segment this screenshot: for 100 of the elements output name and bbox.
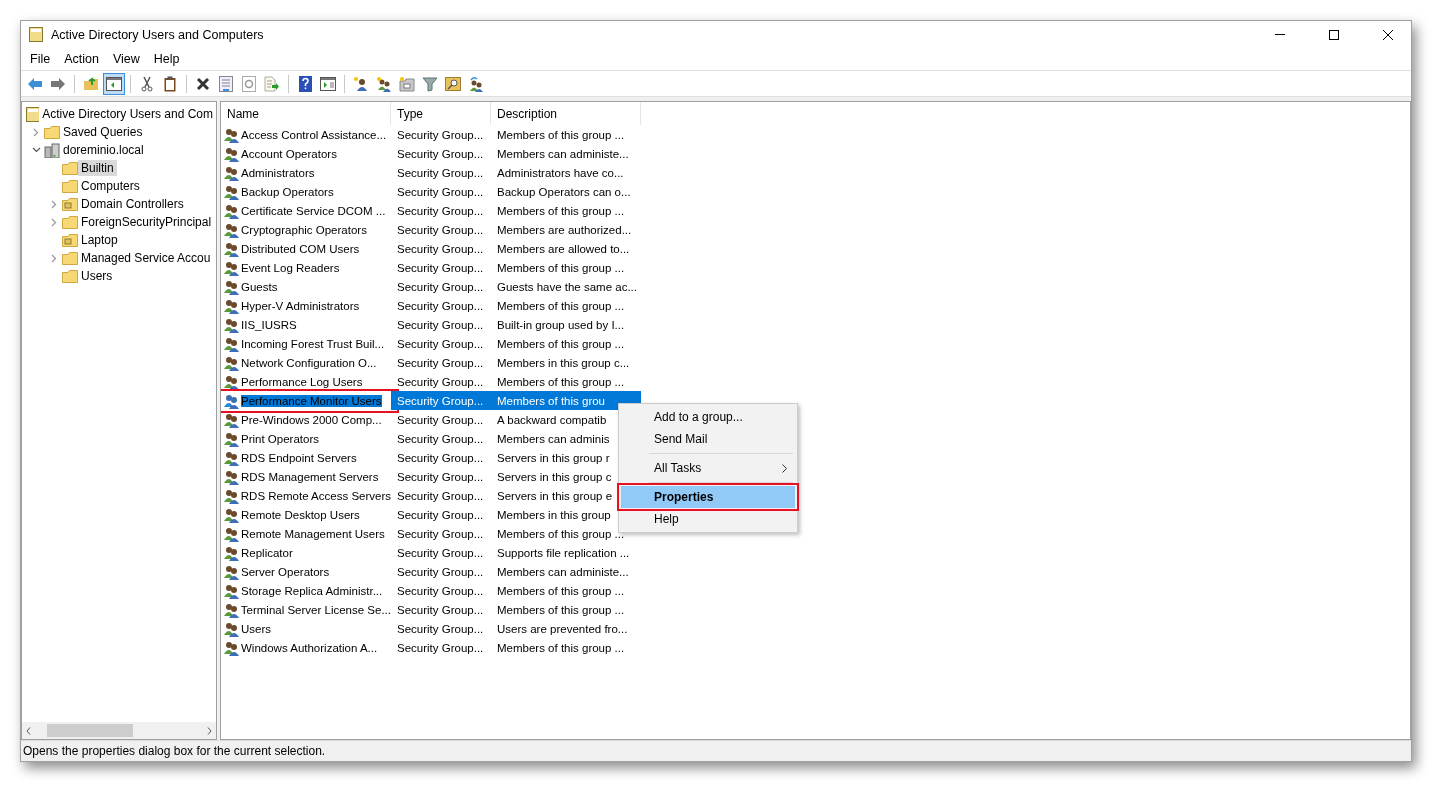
delete-icon bbox=[196, 76, 210, 91]
table-cell-text: Security Group... bbox=[396, 317, 485, 333]
table-cell[interactable]: Storage Replica Administr... bbox=[241, 584, 383, 597]
group-icon bbox=[223, 164, 239, 181]
table-cell-text: Security Group... bbox=[396, 526, 485, 542]
group-icon bbox=[223, 544, 239, 561]
table-cell[interactable]: Guests bbox=[241, 280, 278, 293]
table-cell-text: Security Group... bbox=[396, 336, 485, 352]
table-cell[interactable]: Performance Monitor Users bbox=[241, 394, 382, 407]
table-cell-text: Security Group... bbox=[396, 165, 485, 181]
context-menu-item[interactable]: All Tasks bbox=[621, 457, 795, 479]
tree-item[interactable]: Users bbox=[78, 268, 116, 284]
tree-item[interactable]: ForeignSecurityPrincipal bbox=[78, 214, 215, 230]
table-cell[interactable]: Cryptographic Operators bbox=[241, 223, 367, 236]
tree-item[interactable]: Builtin bbox=[78, 160, 117, 176]
table-cell[interactable]: Remote Desktop Users bbox=[241, 508, 360, 521]
context-menu-item[interactable]: Send Mail bbox=[621, 428, 795, 450]
table-cell[interactable]: Print Operators bbox=[241, 432, 319, 445]
menu-item[interactable]: View bbox=[105, 52, 147, 66]
console-tree-icon bbox=[106, 76, 122, 91]
table-cell[interactable]: Pre-Windows 2000 Comp... bbox=[241, 413, 382, 426]
menu-item[interactable]: File bbox=[23, 52, 58, 66]
table-cell[interactable]: Windows Authorization A... bbox=[241, 641, 378, 654]
table-cell-text: Security Group... bbox=[396, 298, 485, 314]
tree-item[interactable]: Active Directory Users and Com bbox=[39, 106, 216, 122]
scroll-left-icon[interactable] bbox=[26, 726, 31, 735]
tree-item[interactable]: Laptop bbox=[78, 232, 121, 248]
tree-item[interactable]: Saved Queries bbox=[60, 124, 146, 140]
new-organizational-unit-icon bbox=[399, 75, 415, 92]
table-cell-text: Security Group... bbox=[396, 184, 485, 200]
maximize-icon bbox=[1329, 29, 1339, 40]
expand-chevron-icon[interactable] bbox=[33, 127, 39, 137]
table-cell[interactable]: Incoming Forest Trust Buil... bbox=[241, 337, 385, 350]
table-cell-text: Members can adminis bbox=[496, 431, 611, 447]
export-list-icon bbox=[264, 75, 280, 92]
table-cell-text: Members are authorized... bbox=[496, 222, 633, 238]
group-icon bbox=[223, 183, 239, 200]
table-cell[interactable]: Remote Management Users bbox=[241, 527, 385, 540]
group-icon bbox=[223, 449, 239, 466]
toolbar-button[interactable] bbox=[103, 72, 125, 95]
tree-item[interactable]: doreminio.local bbox=[60, 142, 147, 158]
table-cell-text: Built-in group used by I... bbox=[496, 317, 626, 333]
group-icon bbox=[223, 373, 239, 390]
tree-item[interactable]: Domain Controllers bbox=[78, 196, 187, 212]
scrollbar-thumb[interactable] bbox=[47, 724, 133, 737]
table-cell[interactable]: Certificate Service DCOM ... bbox=[241, 204, 386, 217]
table-cell[interactable]: IIS_IUSRS bbox=[241, 318, 297, 331]
new-group-icon bbox=[376, 75, 392, 92]
table-cell[interactable]: Distributed COM Users bbox=[241, 242, 360, 255]
table-cell[interactable]: Event Log Readers bbox=[241, 261, 340, 274]
table-cell[interactable]: Network Configuration O... bbox=[241, 356, 377, 369]
horizontal-scrollbar[interactable] bbox=[22, 722, 216, 739]
table-cell-text: Security Group... bbox=[396, 431, 485, 447]
minimize-icon bbox=[1275, 34, 1285, 35]
group-icon bbox=[223, 639, 239, 656]
table-cell-text: Security Group... bbox=[396, 640, 485, 656]
menu-item[interactable]: Action bbox=[57, 52, 106, 66]
table-cell[interactable]: Account Operators bbox=[241, 147, 337, 160]
add-to-group-icon bbox=[468, 75, 484, 92]
folder-icon bbox=[44, 125, 60, 139]
table-cell-text: Backup Operators can o... bbox=[496, 184, 632, 200]
table-cell[interactable]: Administrators bbox=[241, 166, 315, 179]
table-cell-text: Security Group... bbox=[396, 374, 485, 390]
table-cell[interactable]: RDS Endpoint Servers bbox=[241, 451, 357, 464]
expand-chevron-icon[interactable] bbox=[51, 253, 57, 263]
table-cell[interactable]: Backup Operators bbox=[241, 185, 334, 198]
table-cell[interactable]: Users bbox=[241, 622, 272, 635]
group-icon bbox=[223, 278, 239, 295]
table-cell[interactable]: Terminal Server License Se... bbox=[240, 603, 391, 616]
table-cell-text: Security Group... bbox=[396, 412, 485, 428]
table-cell[interactable]: RDS Remote Access Servers bbox=[240, 489, 391, 502]
group-icon bbox=[223, 487, 239, 504]
table-cell-text: Security Group... bbox=[396, 621, 485, 637]
group-icon bbox=[223, 221, 239, 238]
table-cell[interactable]: Server Operators bbox=[241, 565, 330, 578]
table-cell-text: Security Group... bbox=[396, 469, 485, 485]
scroll-right-icon[interactable] bbox=[207, 726, 212, 735]
column-header[interactable]: Name bbox=[221, 102, 391, 125]
menu-item[interactable]: Help bbox=[146, 52, 187, 66]
table-cell-text: Security Group... bbox=[396, 583, 485, 599]
clipboard-icon bbox=[164, 75, 176, 92]
table-cell[interactable]: Access Control Assistance... bbox=[241, 128, 387, 141]
table-cell[interactable]: RDS Management Servers bbox=[241, 470, 379, 483]
table-cell-text: Security Group... bbox=[396, 564, 485, 580]
table-cell-text: Security Group... bbox=[396, 279, 485, 295]
table-cell-text: Members of this group ... bbox=[496, 374, 626, 390]
table-cell[interactable]: Replicator bbox=[241, 546, 293, 559]
table-cell-text: Security Group... bbox=[396, 545, 485, 561]
table-cell[interactable]: Performance Log Users bbox=[241, 375, 363, 388]
tree-item[interactable]: Managed Service Accou bbox=[78, 250, 214, 266]
group-icon bbox=[223, 297, 239, 314]
collapse-chevron-icon[interactable] bbox=[31, 147, 41, 153]
close-icon bbox=[1383, 29, 1393, 40]
table-cell-text: Security Group... bbox=[396, 260, 485, 276]
table-cell-text: Members in this group bbox=[496, 507, 612, 523]
table-cell[interactable]: Hyper-V Administrators bbox=[241, 299, 360, 312]
column-header[interactable]: Type bbox=[391, 102, 491, 125]
column-header[interactable]: Description bbox=[491, 102, 641, 125]
table-cell-text: Members of this group ... bbox=[496, 602, 626, 618]
tree-item[interactable]: Computers bbox=[78, 178, 143, 194]
